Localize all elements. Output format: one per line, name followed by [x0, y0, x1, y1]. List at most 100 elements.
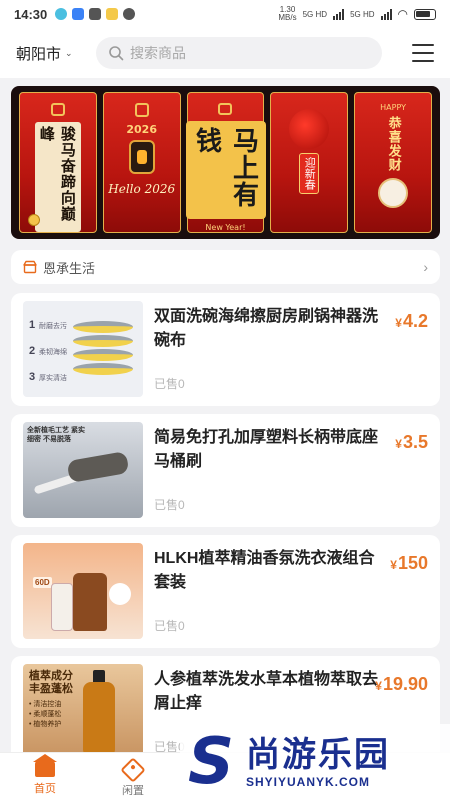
watermark-cn: 尚游乐园	[246, 736, 390, 774]
app-header: 朝阳市 ⌄	[0, 28, 450, 78]
signal-icon	[380, 8, 392, 20]
thumb-label: 厚实清洁	[39, 375, 67, 382]
thumb-title: 植萃成分 丰盈蓬松	[29, 670, 73, 695]
product-image: 60D	[23, 543, 143, 639]
network-speed: 1.30 MB/s	[278, 5, 297, 22]
tab-idle-label: 闲置	[122, 785, 144, 797]
thumb-number: 2	[29, 345, 36, 357]
home-icon	[33, 754, 57, 777]
status-bar: 14:30 1.30 MB/s 5G HD 5G HD ◠	[0, 0, 450, 28]
seal-icon	[134, 103, 149, 117]
seal-icon	[218, 103, 233, 115]
chevron-right-icon: ›	[423, 259, 428, 275]
wifi-icon: ◠	[397, 7, 408, 21]
product-card[interactable]: 1 耐磨去污 2 柔韧海绵 3 厚实清洁 双面洗碗海绵擦厨房刷锅神器洗碗布 ¥4…	[11, 293, 440, 406]
banner-panel-1: 骏马奋蹄向巅峰	[19, 92, 97, 233]
banner-panel-5-text: 恭喜发财	[385, 116, 401, 172]
currency-symbol: ¥	[395, 437, 402, 451]
app-notification-icon	[55, 8, 68, 20]
app-notification-icon	[106, 8, 119, 20]
banner-panel-2: 2026 Hello 2026	[102, 92, 181, 233]
product-image: 1 耐磨去污 2 柔韧海绵 3 厚实清洁	[23, 301, 143, 397]
sponge-shape	[73, 321, 133, 333]
banner-panel-3-text: 马上有钱	[185, 120, 266, 219]
price-value: 4.2	[402, 311, 428, 331]
banner-panel-3: 马上有钱 New Year!	[185, 92, 266, 233]
seal-icon	[50, 103, 65, 117]
product-card[interactable]: 60D HLKH植萃精油香氛洗衣液组合套装 ¥150 已售0	[11, 535, 440, 648]
city-label: 朝阳市	[16, 45, 62, 63]
search-icon	[109, 46, 124, 61]
price-value: 150	[397, 553, 428, 573]
product-sold-count: 已售0	[154, 498, 185, 512]
bottle-shape	[83, 682, 115, 754]
status-notification-icons	[55, 8, 136, 20]
network-type-1: 5G HD	[302, 9, 328, 19]
status-right: 1.30 MB/s 5G HD 5G HD ◠	[278, 6, 436, 22]
store-link[interactable]: 恩承生活 ›	[11, 250, 440, 284]
banner-panel-5: HAPPY 恭喜发财	[354, 92, 432, 233]
bottle-shape	[73, 573, 107, 631]
mascot-icon	[378, 178, 409, 208]
flower-shape	[109, 583, 131, 605]
thumb-number: 3	[29, 371, 36, 383]
tab-home[interactable]: 首页	[20, 754, 70, 796]
product-image: 全新植毛工艺 紧实细密 不易脱落	[23, 422, 143, 518]
currency-symbol: ¥	[390, 558, 397, 572]
thumb-label: 耐磨去污	[39, 323, 67, 330]
tab-idle[interactable]: 闲置	[108, 757, 158, 798]
product-name: HLKH植萃精油香氛洗衣液组合套装	[154, 550, 375, 591]
banner-panel-4: 迎新春	[270, 92, 349, 233]
product-sold-count: 已售0	[154, 619, 185, 633]
search-input[interactable]	[130, 45, 350, 61]
product-info: HLKH植萃精油香氛洗衣液组合套装 ¥150 已售0	[154, 543, 428, 640]
banner-panel-5-top: HAPPY	[380, 103, 407, 112]
search-bar[interactable]	[96, 37, 382, 69]
tag-icon	[120, 757, 146, 783]
price-value: 19.90	[382, 674, 428, 694]
battery-icon	[414, 8, 436, 20]
thumb-caption: 全新植毛工艺 紧实细密 不易脱落	[27, 427, 85, 443]
thumb-label: 柔韧海绵	[39, 349, 67, 356]
mail-icon	[89, 8, 102, 20]
banner-panel-2-script: Hello 2026	[108, 182, 176, 196]
app-notification-icon	[72, 8, 85, 20]
network-type-2: 5G HD	[350, 9, 375, 19]
promo-banner[interactable]: 骏马奋蹄向巅峰 2026 Hello 2026 马上有钱 New Year! 迎…	[11, 86, 440, 239]
product-price: ¥3.5	[395, 432, 428, 453]
currency-symbol: ¥	[395, 316, 402, 330]
product-price: ¥150	[390, 553, 428, 574]
watermark-logo: S	[187, 725, 235, 799]
watermark: S 尚游乐园 SHYIYUANYK.COM	[180, 724, 450, 800]
product-name: 简易免打孔加厚塑料长柄带底座马桶刷	[154, 429, 379, 470]
thumb-number: 1	[29, 319, 36, 331]
sponge-shape	[73, 349, 133, 361]
product-price: ¥4.2	[395, 311, 428, 332]
brush-head-shape	[66, 450, 130, 484]
product-name: 双面洗碗海绵擦厨房刷锅神器洗碗布	[154, 308, 379, 349]
sponge-shape	[73, 335, 133, 347]
product-price: ¥19.90	[375, 674, 428, 695]
horse-icon	[289, 109, 330, 149]
tab-home-label: 首页	[34, 783, 56, 795]
menu-icon[interactable]	[412, 44, 434, 62]
banner-panel-1-text: 骏马奋蹄向巅峰	[34, 122, 81, 232]
product-sold-count: 已售0	[154, 377, 185, 391]
price-value: 3.5	[402, 432, 428, 452]
thumb-points: • 清洁控油 • 柔顺蓬松 • 植物养护	[29, 701, 62, 728]
watermark-text: 尚游乐园 SHYIYUANYK.COM	[246, 735, 390, 789]
lantern-icon	[128, 140, 155, 174]
city-selector[interactable]: 朝阳市 ⌄	[16, 43, 90, 64]
product-info: 双面洗碗海绵擦厨房刷锅神器洗碗布 ¥4.2 已售0	[154, 301, 428, 398]
banner-panel-3-small: New Year!	[205, 223, 246, 232]
product-name: 人参植萃洗发水草本植物萃取去屑止痒	[154, 671, 379, 712]
product-info: 简易免打孔加厚塑料长柄带底座马桶刷 ¥3.5 已售0	[154, 422, 428, 519]
watermark-en: SHYIYUANYK.COM	[246, 775, 371, 789]
thumb-badge: 60D	[33, 577, 52, 588]
currency-symbol: ¥	[375, 679, 382, 693]
signal-icon	[333, 8, 345, 20]
status-time: 14:30	[14, 6, 48, 22]
chat-icon	[123, 8, 136, 20]
banner-panel-2-year: 2026	[126, 123, 157, 136]
product-card[interactable]: 全新植毛工艺 紧实细密 不易脱落 简易免打孔加厚塑料长柄带底座马桶刷 ¥3.5 …	[11, 414, 440, 527]
